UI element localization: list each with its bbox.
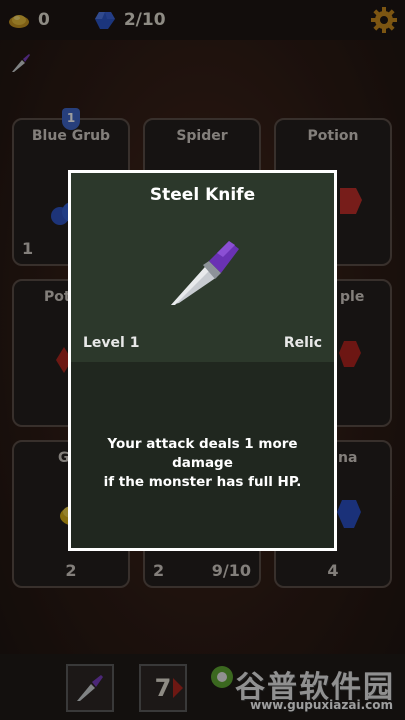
item-description: Your attack deals 1 more damage if the m…: [85, 435, 320, 492]
item-name: Steel Knife: [149, 185, 256, 205]
item-detail-modal[interactable]: Steel Knife Level 1 Relic Your attack de…: [68, 170, 337, 551]
steel-knife-icon: [171, 241, 239, 305]
description-line: if the monster has full HP.: [103, 474, 302, 490]
description-line: Your attack deals 1 more damage: [107, 436, 298, 471]
item-level: Level 1: [83, 335, 140, 351]
item-type: Relic: [283, 335, 322, 351]
